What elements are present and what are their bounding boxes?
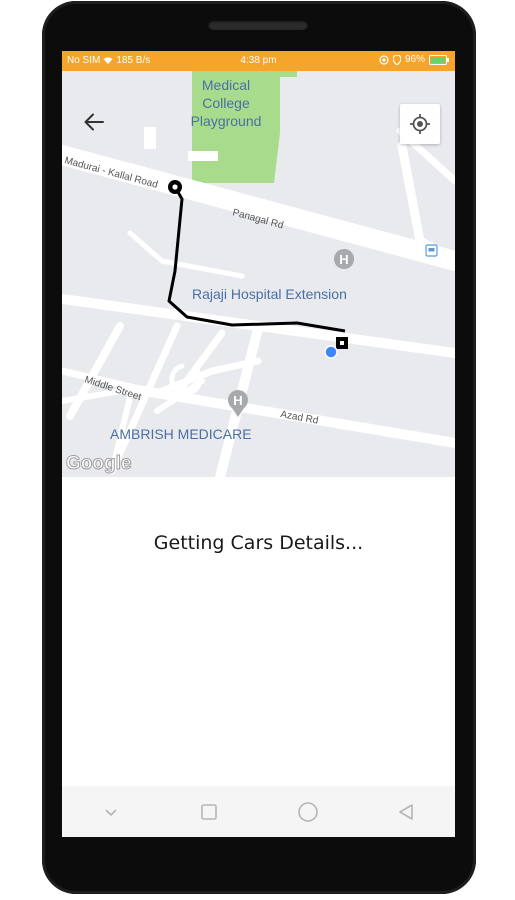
nav-recents-button[interactable] [189,792,229,832]
back-triangle-icon [399,803,413,820]
rajaji-hospital-label: Rajaji Hospital Extension [192,286,347,302]
my-location-icon [410,114,430,134]
nav-home-button[interactable] [288,792,328,832]
map-canvas[interactable]: H H Medical College Playground Madurai -… [62,71,455,477]
building-block [144,127,156,149]
location-pin-icon [392,54,401,65]
battery-percent: 96% [404,54,425,65]
nav-back-button[interactable] [386,792,426,832]
svg-text:H: H [339,252,348,267]
chevron-down-icon [105,808,117,816]
status-right: 96% [379,54,449,65]
screen: No SIM 185 B/s 4:38 pm 96% H H Medical C… [62,51,455,837]
google-logo: Google [66,453,131,474]
arrow-back-icon [84,113,104,131]
medical-college-label-2: College [202,95,250,111]
medical-college-label: Medical [202,77,250,93]
playground-label: Playground [191,113,262,129]
recent-apps-icon [201,803,218,820]
my-location-button[interactable] [400,104,440,144]
map-view[interactable]: H H Medical College Playground Madurai -… [62,71,455,477]
home-icon [297,801,318,822]
route-end-marker [336,337,348,349]
building-block-2 [188,151,218,161]
svg-text:H: H [233,393,242,408]
status-bar: No SIM 185 B/s 4:38 pm 96% [62,51,455,71]
bus-stop-window [428,248,435,252]
phone-speaker [208,20,308,30]
sync-icon [379,54,389,65]
route-start-marker [168,180,182,194]
back-button[interactable] [76,107,112,137]
system-nav-bar [62,786,455,837]
battery-icon [429,54,449,65]
nav-collapse-button[interactable] [91,792,131,832]
ambrish-medicare-label: AMBRISH MEDICARE [110,426,252,442]
user-location-dot [324,345,338,359]
loading-message: Getting Cars Details... [153,532,364,554]
